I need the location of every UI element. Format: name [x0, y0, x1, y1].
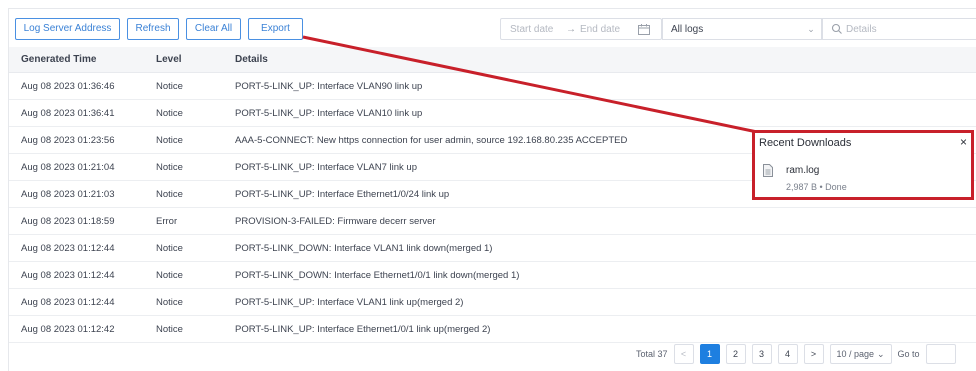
table-row[interactable]: Aug 08 2023 01:12:42 Notice PORT-5-LINK_UP… — [9, 316, 976, 343]
details-cell: PORT-5-LINK_DOWN: Interface VLAN1 link d… — [235, 242, 493, 254]
log-type-value: All logs — [671, 23, 704, 35]
page-size-value: 10 / page — [836, 349, 875, 359]
log-type-select[interactable]: All logs ⌄ — [662, 18, 822, 40]
clear-all-button[interactable]: Clear All — [186, 18, 241, 40]
time-cell: Aug 08 2023 01:36:41 — [21, 107, 115, 119]
log-server-address-button[interactable]: Log Server Address — [15, 18, 120, 40]
goto-label: Go to — [897, 349, 920, 359]
table-row[interactable]: Aug 08 2023 01:18:59 Error PROVISION-3-FAI… — [9, 208, 976, 235]
download-file-name[interactable]: ram.log — [786, 165, 819, 176]
column-header-level[interactable]: Level — [156, 47, 182, 72]
details-cell: PORT-5-LINK_UP: Interface VLAN1 link up(… — [235, 296, 464, 308]
level-cell: Notice — [156, 107, 183, 119]
page-button-3[interactable]: 3 — [751, 344, 772, 364]
level-cell: Notice — [156, 134, 183, 146]
page-button-1[interactable]: 1 — [699, 344, 720, 364]
recent-downloads-popup: Recent Downloads × ram.log 2,987 B • Don… — [752, 130, 974, 200]
start-date-input[interactable]: Start date — [510, 24, 562, 35]
export-button[interactable]: Export — [248, 18, 303, 40]
page-button-2[interactable]: 2 — [725, 344, 746, 364]
table-row[interactable]: Aug 08 2023 01:12:44 Notice PORT-5-LINK_DO… — [9, 262, 976, 289]
date-range-picker[interactable]: Start date → End date — [500, 18, 662, 40]
details-cell: PORT-5-LINK_UP: Interface Ethernet1/0/1 … — [235, 323, 491, 335]
search-placeholder: Details — [846, 23, 877, 35]
table-row[interactable]: Aug 08 2023 01:12:44 Notice PORT-5-LINK_DO… — [9, 235, 976, 262]
details-cell: PROVISION-3-FAILED: Firmware decerr serv… — [235, 215, 436, 227]
time-cell: Aug 08 2023 01:18:59 — [21, 215, 115, 227]
chevron-down-icon: ⌄ — [807, 23, 815, 34]
next-page-button[interactable]: > — [803, 344, 824, 364]
calendar-icon — [638, 23, 650, 35]
details-cell: PORT-5-LINK_UP: Interface VLAN90 link up — [235, 80, 423, 92]
time-cell: Aug 08 2023 01:12:44 — [21, 296, 115, 308]
column-header-details[interactable]: Details — [235, 47, 268, 72]
refresh-button[interactable]: Refresh — [127, 18, 179, 40]
level-cell: Notice — [156, 80, 183, 92]
details-cell: PORT-5-LINK_UP: Interface VLAN7 link up — [235, 161, 417, 173]
toolbar: Log Server Address Refresh Clear All Exp… — [15, 18, 303, 40]
chevron-down-icon: ⌄ — [877, 348, 885, 359]
time-cell: Aug 08 2023 01:21:03 — [21, 188, 115, 200]
details-search-input[interactable]: Details — [822, 18, 976, 40]
time-cell: Aug 08 2023 01:36:46 — [21, 80, 115, 92]
goto-page-input[interactable] — [925, 344, 956, 364]
table-header: Generated Time Level Details — [9, 47, 976, 73]
details-cell: PORT-5-LINK_DOWN: Interface Ethernet1/0/… — [235, 269, 520, 281]
time-cell: Aug 08 2023 01:12:44 — [21, 242, 115, 254]
level-cell: Notice — [156, 242, 183, 254]
page-button-4[interactable]: 4 — [777, 344, 798, 364]
prev-page-button[interactable]: < — [673, 344, 694, 364]
time-cell: Aug 08 2023 01:23:56 — [21, 134, 115, 146]
column-header-time[interactable]: Generated Time — [21, 47, 96, 72]
time-cell: Aug 08 2023 01:21:04 — [21, 161, 115, 173]
search-icon — [831, 23, 842, 34]
time-cell: Aug 08 2023 01:12:44 — [21, 269, 115, 281]
details-cell: PORT-5-LINK_UP: Interface Ethernet1/0/24… — [235, 188, 450, 200]
details-cell: PORT-5-LINK_UP: Interface VLAN10 link up — [235, 107, 423, 119]
pagination: Total 37 < 1 2 3 4 > 10 / page ⌄ Go to — [636, 344, 956, 364]
table-row[interactable]: Aug 08 2023 01:36:46 Notice PORT-5-LINK_UP… — [9, 73, 976, 100]
level-cell: Notice — [156, 188, 183, 200]
time-cell: Aug 08 2023 01:12:42 — [21, 323, 115, 335]
date-range-arrow: → — [566, 23, 576, 35]
table-row[interactable]: Aug 08 2023 01:36:41 Notice PORT-5-LINK_UP… — [9, 100, 976, 127]
level-cell: Notice — [156, 161, 183, 173]
level-cell: Notice — [156, 269, 183, 281]
level-cell: Notice — [156, 296, 183, 308]
file-icon — [763, 164, 773, 177]
level-cell: Notice — [156, 323, 183, 335]
download-file-status: 2,987 B • Done — [786, 182, 847, 192]
close-icon[interactable]: × — [960, 135, 967, 149]
details-cell: AAA-5-CONNECT: New https connection for … — [235, 134, 628, 146]
downloads-title: Recent Downloads — [759, 137, 852, 149]
table-body: Aug 08 2023 01:36:46 Notice PORT-5-LINK_UP… — [9, 73, 976, 343]
table-row[interactable]: Aug 08 2023 01:12:44 Notice PORT-5-LINK_UP… — [9, 289, 976, 316]
page-size-select[interactable]: 10 / page ⌄ — [829, 344, 892, 364]
end-date-input[interactable]: End date — [580, 24, 630, 35]
level-cell: Error — [156, 215, 178, 227]
total-count: Total 37 — [636, 349, 668, 359]
